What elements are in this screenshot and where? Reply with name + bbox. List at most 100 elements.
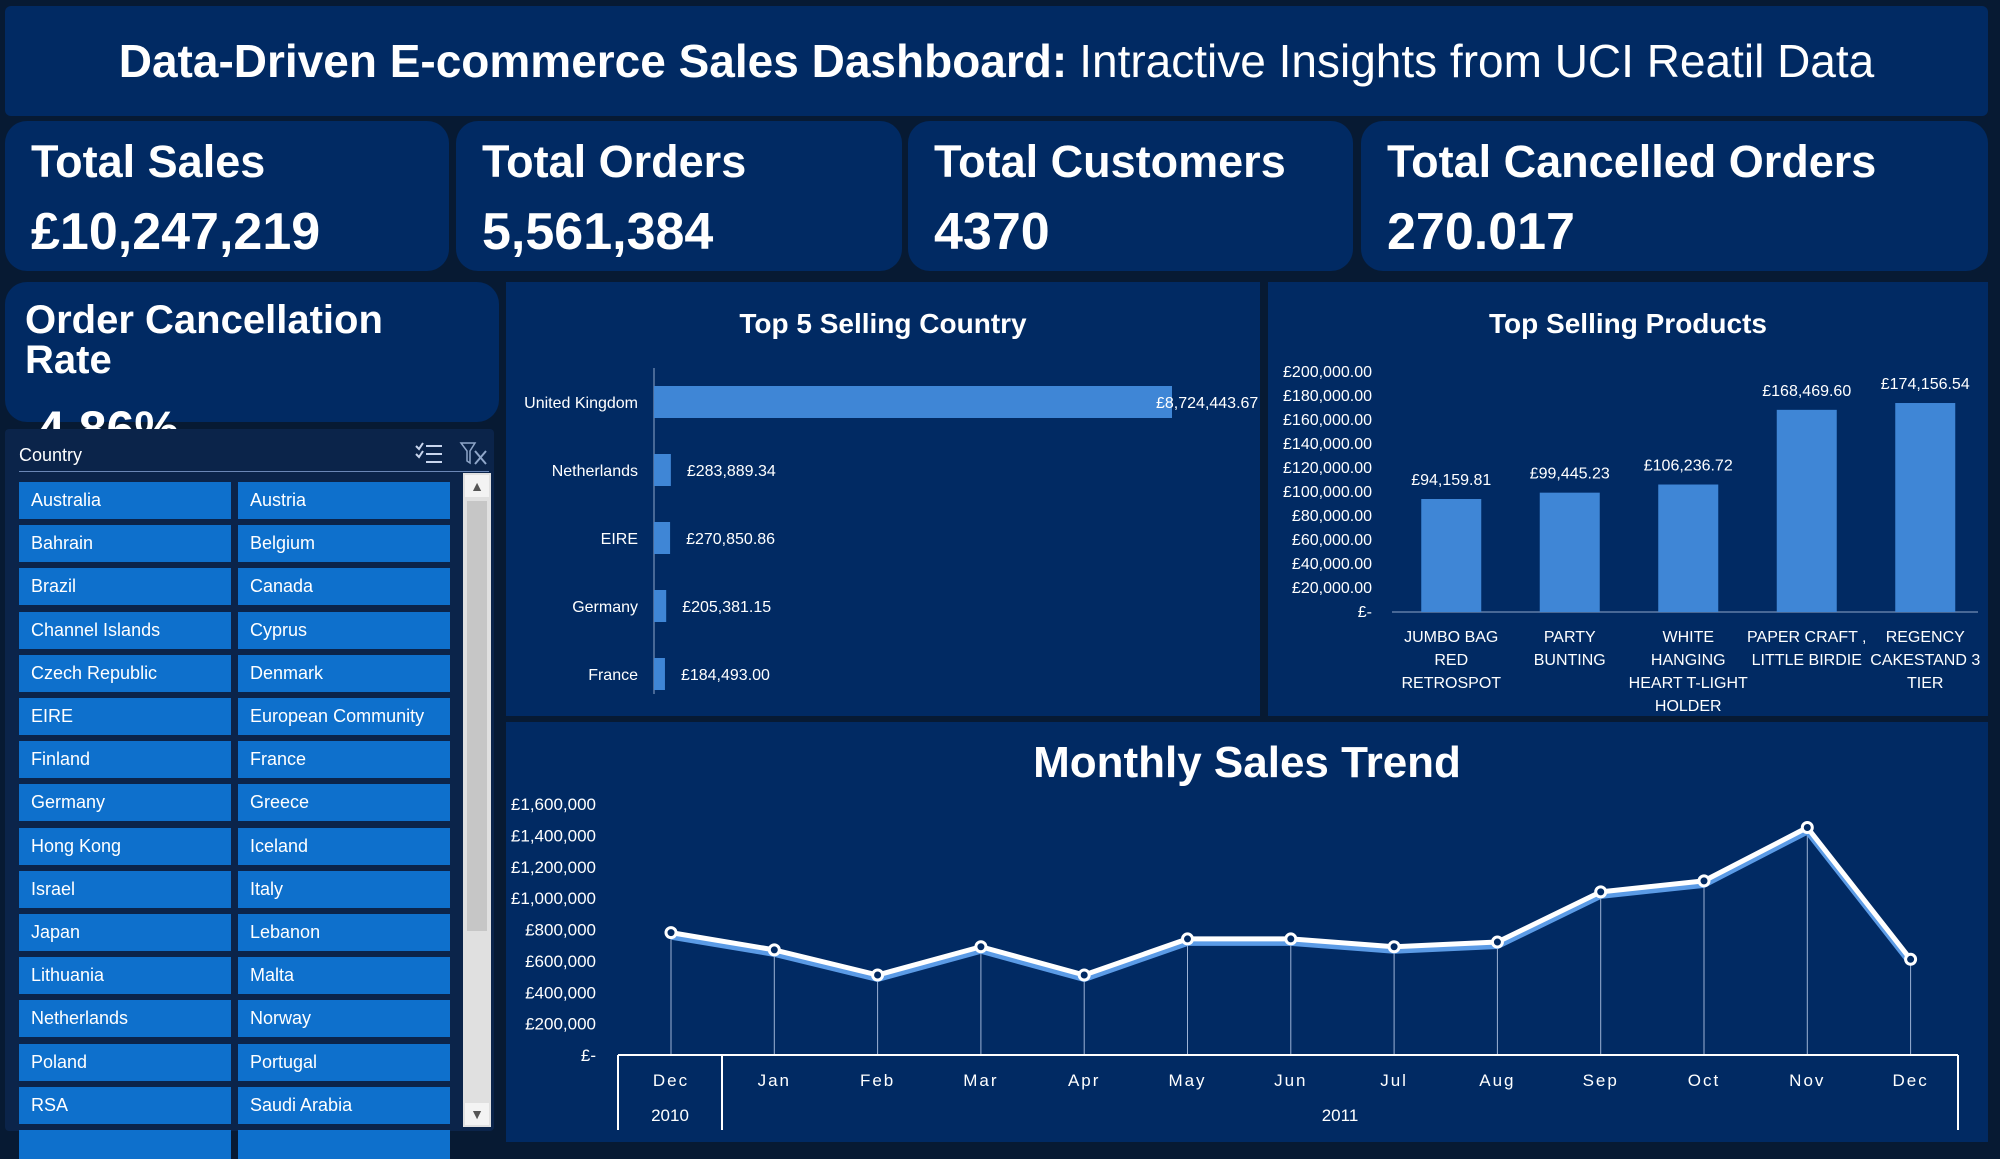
kpi-label: Total Cancelled Orders bbox=[1387, 136, 1877, 187]
slicer-item[interactable]: Norway bbox=[238, 1000, 450, 1038]
category-label: EIRE bbox=[601, 531, 638, 548]
clear-filter-icon[interactable] bbox=[459, 441, 489, 472]
data-point bbox=[664, 926, 678, 940]
y-tick-label: £80,000.00 bbox=[1292, 508, 1372, 525]
scroll-down-icon[interactable]: ▼ bbox=[465, 1103, 489, 1125]
y-tick-label: £20,000.00 bbox=[1292, 580, 1372, 597]
slicer-item[interactable]: Greece bbox=[238, 784, 450, 822]
data-point bbox=[1904, 952, 1918, 966]
slicer-item[interactable]: Channel Islands bbox=[19, 611, 231, 649]
x-tick-label: Jul bbox=[1380, 1071, 1408, 1090]
slicer-item[interactable]: Bahrain bbox=[19, 525, 231, 563]
y-tick-label: £160,000.00 bbox=[1283, 412, 1372, 429]
slicer-item[interactable]: Canada bbox=[238, 568, 450, 606]
data-label: £184,493.00 bbox=[681, 667, 770, 684]
data-point bbox=[1490, 935, 1504, 949]
slicer-item[interactable]: Saudi Arabia bbox=[238, 1086, 450, 1124]
scroll-thumb[interactable] bbox=[467, 501, 487, 931]
bar bbox=[1539, 492, 1600, 612]
category-label: BUNTING bbox=[1534, 652, 1606, 669]
dashboard-header: Data-Driven E-commerce Sales Dashboard: … bbox=[5, 6, 1988, 116]
category-label: United Kingdom bbox=[524, 395, 638, 412]
x-tick-label: Oct bbox=[1688, 1071, 1720, 1090]
slicer-item[interactable]: Lebanon bbox=[238, 914, 450, 951]
slicer-item[interactable]: Italy bbox=[238, 870, 450, 908]
bar bbox=[1895, 403, 1956, 612]
category-label: WHITE bbox=[1662, 629, 1714, 646]
slicer-item[interactable]: Portugal bbox=[238, 1043, 450, 1081]
slicer-item[interactable]: Cyprus bbox=[238, 611, 450, 649]
title-rest: Intractive Insights from UCI Reatil Data bbox=[1079, 35, 1875, 87]
slicer-item-partial[interactable] bbox=[238, 1130, 450, 1159]
x-tick-label: Mar bbox=[963, 1071, 998, 1090]
data-point bbox=[1181, 932, 1194, 946]
data-label: £168,469.60 bbox=[1762, 383, 1851, 400]
top-products-plot: £- £20,000.00 £40,000.00 £60,000.00 £80,000.… bbox=[1283, 364, 1980, 715]
y-tick-label: £1,400,000 bbox=[511, 826, 596, 845]
data-point bbox=[1387, 940, 1401, 954]
y-tick-label: £1,000,000 bbox=[511, 889, 596, 908]
slicer-item[interactable]: Poland bbox=[19, 1043, 231, 1081]
kpi-cancellation-rate: Order Cancellation Rate 4.86% bbox=[5, 282, 499, 454]
slicer-item[interactable]: Israel bbox=[19, 870, 231, 908]
kpi-total-orders: Total Orders 5,561,384 bbox=[456, 121, 902, 271]
slicer-scrollbar[interactable]: ▲ ▼ bbox=[463, 473, 491, 1127]
y-tick-label: £60,000.00 bbox=[1292, 532, 1372, 549]
category-label: RETROSPOT bbox=[1401, 675, 1501, 692]
slicer-item[interactable]: Lithuania bbox=[19, 957, 231, 995]
y-tick-label: £1,600,000 bbox=[511, 795, 596, 814]
monthly-trend-chart: Monthly Sales Trend £- £200,000 £400,000 £6… bbox=[506, 722, 1988, 1142]
bar bbox=[1421, 499, 1482, 612]
country-slicer: Country Australia Austria Bahrain Belgium Br… bbox=[5, 429, 494, 1159]
kpi-value: 270.017 bbox=[1387, 203, 1575, 261]
y-tick-label: £- bbox=[1358, 604, 1372, 621]
y-tick-label: £800,000 bbox=[525, 921, 596, 940]
bar bbox=[654, 658, 665, 690]
slicer-item[interactable]: Denmark bbox=[238, 654, 450, 692]
slicer-item[interactable]: Hong Kong bbox=[19, 827, 231, 865]
slicer-item[interactable]: Belgium bbox=[238, 525, 450, 563]
x-tick-label: Feb bbox=[860, 1071, 895, 1090]
category-label: CAKESTAND 3 bbox=[1870, 652, 1980, 669]
slicer-item[interactable]: Iceland bbox=[238, 827, 450, 865]
year-label: 2011 bbox=[1322, 1106, 1359, 1125]
slicer-item-partial[interactable] bbox=[19, 1130, 231, 1159]
bar bbox=[654, 522, 671, 554]
y-tick-label: £40,000.00 bbox=[1292, 556, 1372, 573]
y-tick-label: £400,000 bbox=[525, 983, 596, 1002]
slicer-item[interactable]: Czech Republic bbox=[19, 654, 231, 692]
slicer-item[interactable]: Netherlands bbox=[19, 1000, 231, 1038]
category-label: LITTLE BIRDIE bbox=[1752, 652, 1862, 669]
title-bold: Data-Driven E-commerce Sales Dashboard: bbox=[118, 35, 1068, 87]
bar bbox=[654, 454, 671, 486]
slicer-item[interactable]: Australia bbox=[19, 482, 231, 519]
category-label: HOLDER bbox=[1655, 698, 1722, 715]
data-point bbox=[1077, 968, 1091, 982]
kpi-total-cancelled-orders: Total Cancelled Orders 270.017 bbox=[1361, 121, 1988, 271]
data-label: £8,724,443.67 bbox=[1156, 395, 1258, 412]
x-tick-label: May bbox=[1168, 1071, 1206, 1090]
slicer-item[interactable]: Germany bbox=[19, 784, 231, 822]
slicer-item[interactable]: Japan bbox=[19, 914, 231, 951]
kpi-value: £10,247,219 bbox=[31, 203, 321, 261]
slicer-item[interactable]: Austria bbox=[238, 482, 450, 519]
data-label: £174,156.54 bbox=[1881, 376, 1970, 393]
kpi-label: Total Orders bbox=[482, 136, 747, 187]
slicer-item[interactable]: France bbox=[238, 741, 450, 779]
category-label: PAPER CRAFT , bbox=[1747, 629, 1866, 646]
data-label: £94,159.81 bbox=[1411, 472, 1491, 489]
slicer-item[interactable]: Malta bbox=[238, 957, 450, 995]
data-label: £205,381.15 bbox=[682, 599, 771, 616]
slicer-item[interactable]: RSA bbox=[19, 1086, 231, 1124]
slicer-item[interactable]: European Community bbox=[238, 698, 450, 735]
slicer-item[interactable]: Finland bbox=[19, 741, 231, 779]
category-label: PARTY bbox=[1544, 629, 1596, 646]
kpi-total-customers: Total Customers 4370 bbox=[908, 121, 1353, 271]
slicer-item[interactable]: Brazil bbox=[19, 568, 231, 606]
top-products-chart: Top Selling Products £- £20,000.00 £40,000… bbox=[1268, 282, 1988, 716]
multi-select-icon[interactable] bbox=[414, 441, 444, 472]
x-tick-label: Dec bbox=[1892, 1071, 1928, 1090]
slicer-item[interactable]: EIRE bbox=[19, 698, 231, 735]
x-tick-label: Aug bbox=[1479, 1071, 1515, 1090]
scroll-up-icon[interactable]: ▲ bbox=[465, 475, 489, 497]
